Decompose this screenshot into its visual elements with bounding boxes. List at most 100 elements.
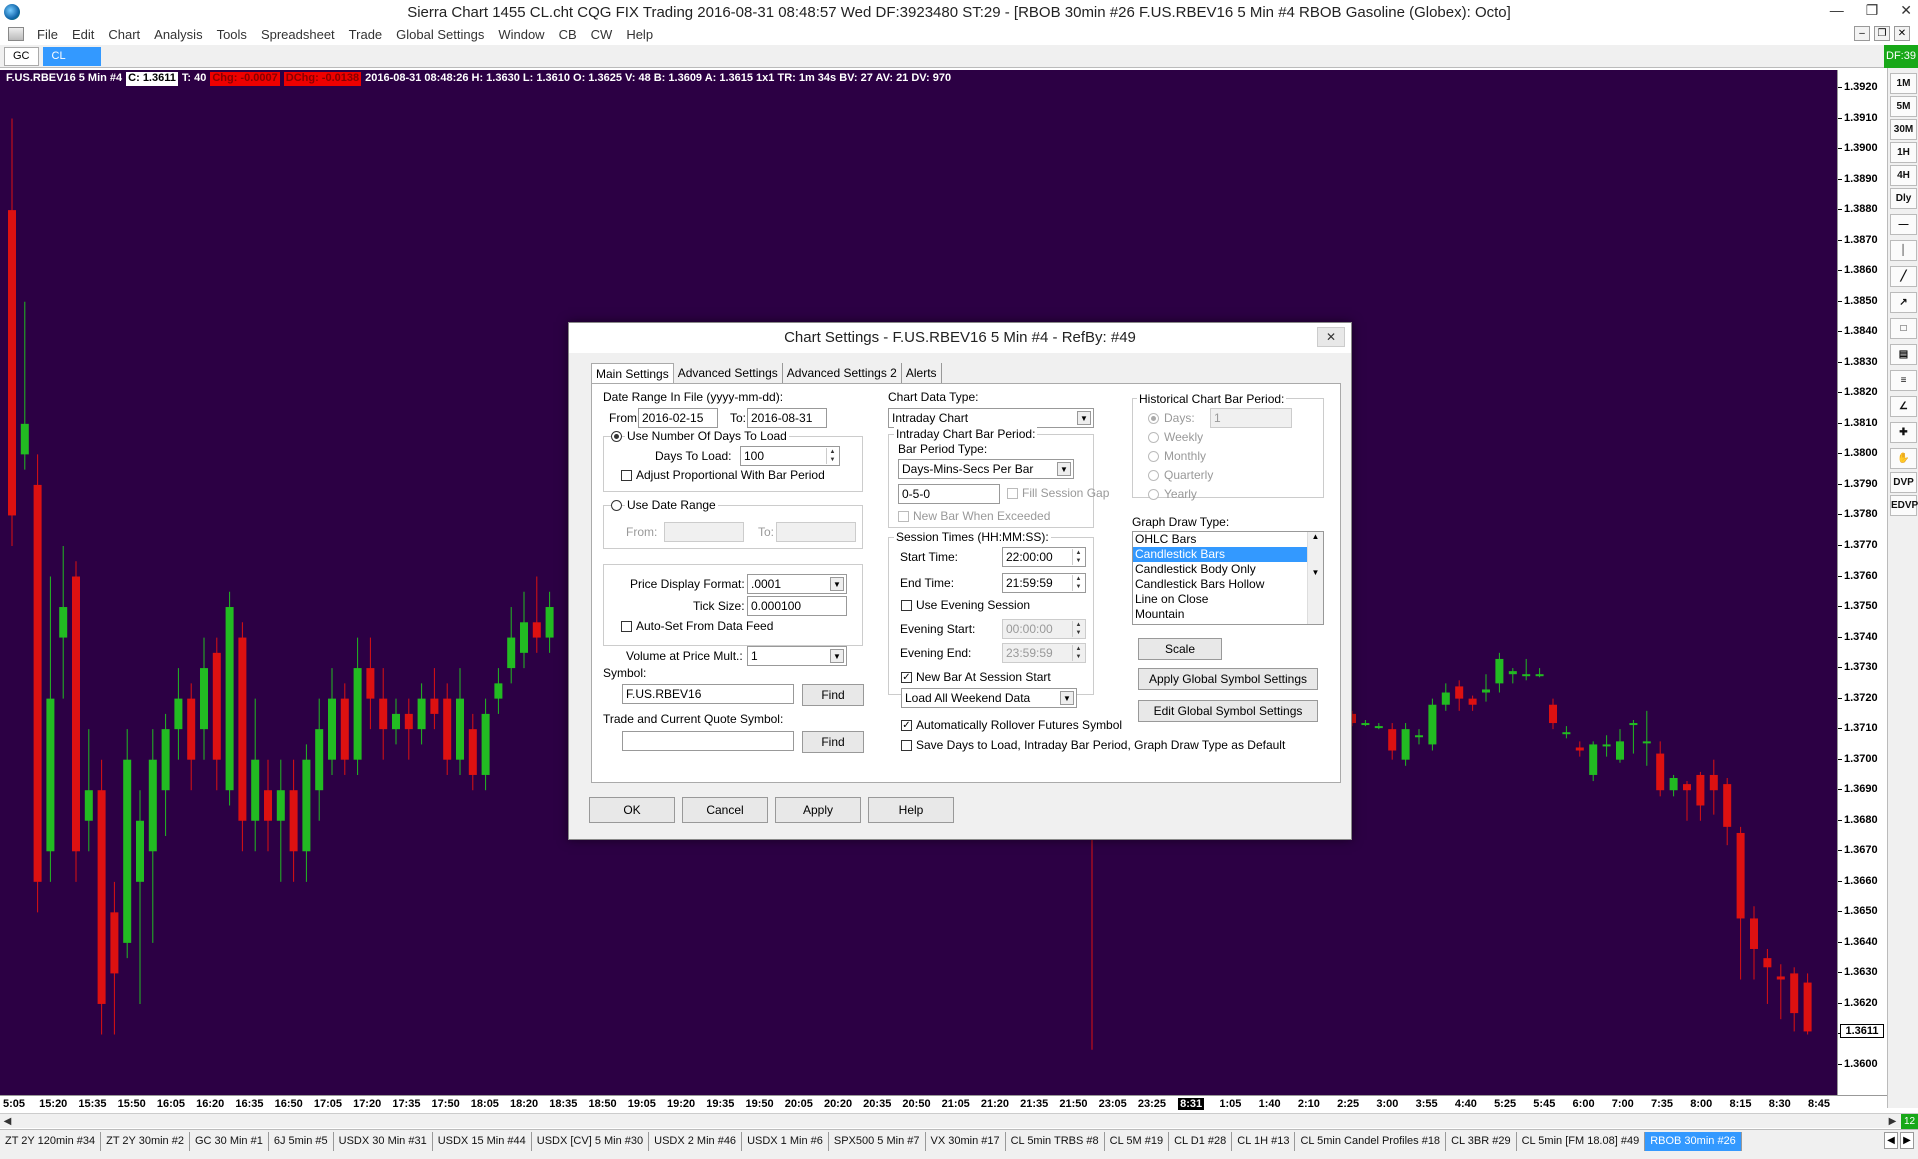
chartbook-tab[interactable]: RBOB 30min #26 — [1645, 1132, 1742, 1151]
list-scrollbar[interactable]: ▲ ▼ — [1307, 532, 1323, 624]
auto-rollover-checkbox[interactable]: ✓ — [901, 720, 912, 731]
chartbook-tab[interactable]: CL 5M #19 — [1105, 1132, 1170, 1151]
fill-session-gap-checkbox[interactable] — [1007, 488, 1018, 499]
dvp-button[interactable]: DVP — [1890, 472, 1917, 493]
menu-analysis[interactable]: Analysis — [147, 27, 209, 42]
scale-button[interactable]: Scale — [1138, 638, 1222, 660]
hist-quarterly-radio[interactable] — [1148, 470, 1159, 481]
menu-cw[interactable]: CW — [584, 27, 620, 42]
tick-size-input[interactable]: 0.000100 — [747, 596, 847, 616]
menu-edit[interactable]: Edit — [65, 27, 101, 42]
menu-tools[interactable]: Tools — [210, 27, 254, 42]
trade-quote-find-button[interactable]: Find — [802, 731, 864, 753]
chartbook-tab[interactable]: GC 30 Min #1 — [190, 1132, 269, 1151]
chartbook-tab[interactable]: ZT 2Y 120min #34 — [0, 1132, 102, 1151]
time-axis[interactable]: 5:05 15:20 15:35 15:50 16:05 16:20 16:35 16:50 1… — [0, 1095, 1887, 1113]
menu-spreadsheet[interactable]: Spreadsheet — [254, 27, 342, 42]
channel-tool-icon[interactable]: ▤ — [1890, 344, 1917, 365]
hist-yearly-radio[interactable] — [1148, 489, 1159, 500]
graph-draw-option[interactable]: Mountain — [1133, 607, 1323, 622]
new-bar-exceeded-checkbox[interactable] — [898, 511, 909, 522]
use-evening-session-checkbox[interactable] — [901, 600, 912, 611]
chartbook-tab[interactable]: CL 5min [FM 18.08] #49 — [1517, 1132, 1646, 1151]
dialog-close-icon[interactable]: ✕ — [1317, 327, 1345, 347]
menu-global-settings[interactable]: Global Settings — [389, 27, 491, 42]
evening-end-input[interactable]: 23:59:59 ▲ ▼ — [1002, 643, 1086, 663]
evening-start-input[interactable]: 00:00:00 ▲ ▼ — [1002, 619, 1086, 639]
end-time-input[interactable]: 21:59:59 ▲ ▼ — [1002, 573, 1086, 593]
menu-file[interactable]: File — [30, 27, 65, 42]
symbol-tab-gc[interactable]: GC — [4, 46, 39, 66]
menu-window[interactable]: Window — [491, 27, 551, 42]
evening-start-spinner-icon[interactable]: ▲ ▼ — [1072, 621, 1084, 637]
chartbook-tab[interactable]: CL 5min TRBS #8 — [1006, 1132, 1105, 1151]
graph-draw-option[interactable]: Candlestick Body Only — [1133, 562, 1323, 577]
bar-period-type-select[interactable]: Days-Mins-Secs Per Bar ▼ — [898, 459, 1074, 479]
graph-draw-option[interactable]: Candlestick Bars Hollow — [1133, 577, 1323, 592]
chartbook-tab[interactable]: 6J 5min #5 — [269, 1132, 334, 1151]
menu-trade[interactable]: Trade — [342, 27, 389, 42]
hist-days-radio[interactable] — [1148, 413, 1159, 424]
start-time-input[interactable]: 22:00:00 ▲ ▼ — [1002, 547, 1086, 567]
date-to-field[interactable]: 2016-08-31 — [747, 408, 827, 428]
period-1h-button[interactable]: 1H — [1890, 142, 1917, 163]
date-range-from-field[interactable] — [664, 522, 744, 542]
scroll-left-icon[interactable]: ◀ — [0, 1114, 15, 1129]
period-5m-button[interactable]: 5M — [1890, 96, 1917, 117]
tab-next-icon[interactable]: ▶ — [1900, 1132, 1914, 1149]
chartbook-tab[interactable]: CL 3BR #29 — [1446, 1132, 1517, 1151]
apply-button[interactable]: Apply — [775, 797, 861, 823]
edit-global-symbol-button[interactable]: Edit Global Symbol Settings — [1138, 700, 1318, 722]
autoset-checkbox[interactable] — [621, 621, 632, 632]
chartbook-tab[interactable]: CL 1H #13 — [1232, 1132, 1296, 1151]
volume-mult-select[interactable]: 1 ▼ — [747, 646, 847, 666]
trade-quote-symbol-input[interactable] — [622, 731, 794, 751]
symbol-tab-cl[interactable]: CL — [42, 46, 101, 66]
chartbook-tab[interactable]: USDX 1 Min #6 — [742, 1132, 829, 1151]
ok-button[interactable]: OK — [589, 797, 675, 823]
graph-draw-option[interactable]: Candlestick Bars — [1133, 547, 1323, 562]
tab-advanced-settings-2[interactable]: Advanced Settings 2 — [783, 363, 902, 383]
vertical-line-tool-icon[interactable]: │ — [1890, 240, 1917, 261]
trend-line-tool-icon[interactable]: ╱ — [1890, 266, 1917, 287]
use-date-range-radio[interactable] — [611, 500, 622, 511]
fibonacci-tool-icon[interactable]: ≡ — [1890, 370, 1917, 391]
menu-chart[interactable]: Chart — [101, 27, 147, 42]
graph-draw-type-list[interactable]: OHLC Bars Candlestick Bars Candlestick Bod… — [1132, 531, 1324, 625]
graph-draw-option[interactable]: OHLC Bars — [1133, 532, 1323, 547]
symbol-find-button[interactable]: Find — [802, 684, 864, 706]
scroll-right-icon[interactable]: ▶ — [1885, 1114, 1900, 1129]
bar-period-input[interactable]: 0-5-0 — [898, 484, 1000, 504]
restore-icon[interactable]: ❐ — [1866, 2, 1879, 19]
save-defaults-checkbox[interactable] — [901, 740, 912, 751]
chart-data-type-select[interactable]: Intraday Chart ▼ — [888, 408, 1094, 428]
chartbook-tab[interactable]: USDX [CV] 5 Min #30 — [532, 1132, 650, 1151]
hist-weekly-radio[interactable] — [1148, 432, 1159, 443]
tab-main-settings[interactable]: Main Settings — [591, 363, 674, 383]
tab-prev-icon[interactable]: ◀ — [1884, 1132, 1898, 1149]
symbol-input[interactable]: F.US.RBEV16 — [622, 684, 794, 704]
chartbook-tab[interactable]: CL 5min Candel Profiles #18 — [1295, 1132, 1447, 1151]
hand-tool-icon[interactable]: ✋ — [1890, 448, 1917, 469]
minimize-icon[interactable]: — — [1830, 2, 1844, 19]
date-from-field[interactable]: 2016-02-15 — [638, 408, 718, 428]
period-30m-button[interactable]: 30M — [1890, 119, 1917, 140]
menu-cb[interactable]: CB — [552, 27, 584, 42]
chartbook-tab[interactable]: CL D1 #28 — [1169, 1132, 1233, 1151]
tab-alerts[interactable]: Alerts — [902, 363, 942, 383]
cancel-button[interactable]: Cancel — [682, 797, 768, 823]
period-1m-button[interactable]: 1M — [1890, 73, 1917, 94]
menu-help[interactable]: Help — [619, 27, 660, 42]
apply-global-symbol-button[interactable]: Apply Global Symbol Settings — [1138, 668, 1318, 690]
tab-advanced-settings[interactable]: Advanced Settings — [674, 363, 783, 383]
period-4h-button[interactable]: 4H — [1890, 165, 1917, 186]
period-daily-button[interactable]: Dly — [1890, 188, 1917, 209]
days-to-load-input[interactable]: 100 ▲ ▼ — [740, 446, 840, 466]
date-range-to-field[interactable] — [776, 522, 856, 542]
crosshair-tool-icon[interactable]: ✚ — [1890, 422, 1917, 443]
chartbook-tab[interactable]: USDX 30 Min #31 — [334, 1132, 433, 1151]
price-axis[interactable]: 1.3920 1.3910 1.3900 1.3890 1.3880 1.3870 1.38… — [1837, 70, 1887, 1095]
horizontal-line-tool-icon[interactable]: ― — [1890, 214, 1917, 235]
graph-draw-option[interactable]: Line on Close — [1133, 592, 1323, 607]
evening-end-spinner-icon[interactable]: ▲ ▼ — [1072, 645, 1084, 661]
